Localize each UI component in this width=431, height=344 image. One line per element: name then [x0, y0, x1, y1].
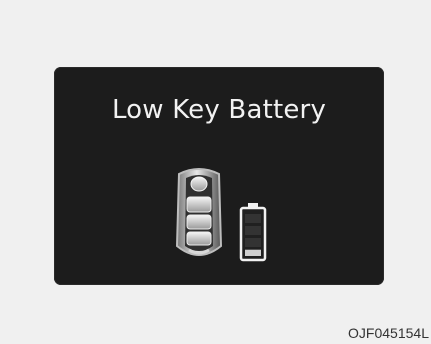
- low-key-battery-warning-text: Low Key Battery: [111, 95, 327, 125]
- cluster-display-panel: Low Key Battery: [54, 67, 384, 285]
- smart-key-fob-icon: [175, 168, 223, 256]
- low-battery-icon: [239, 203, 267, 262]
- battery-level-fill: [245, 249, 261, 256]
- figure-code: OJF045154L: [348, 325, 429, 341]
- battery-empty-segments: [245, 214, 261, 247]
- manual-figure: Low Key Battery OJF045154L: [0, 0, 431, 344]
